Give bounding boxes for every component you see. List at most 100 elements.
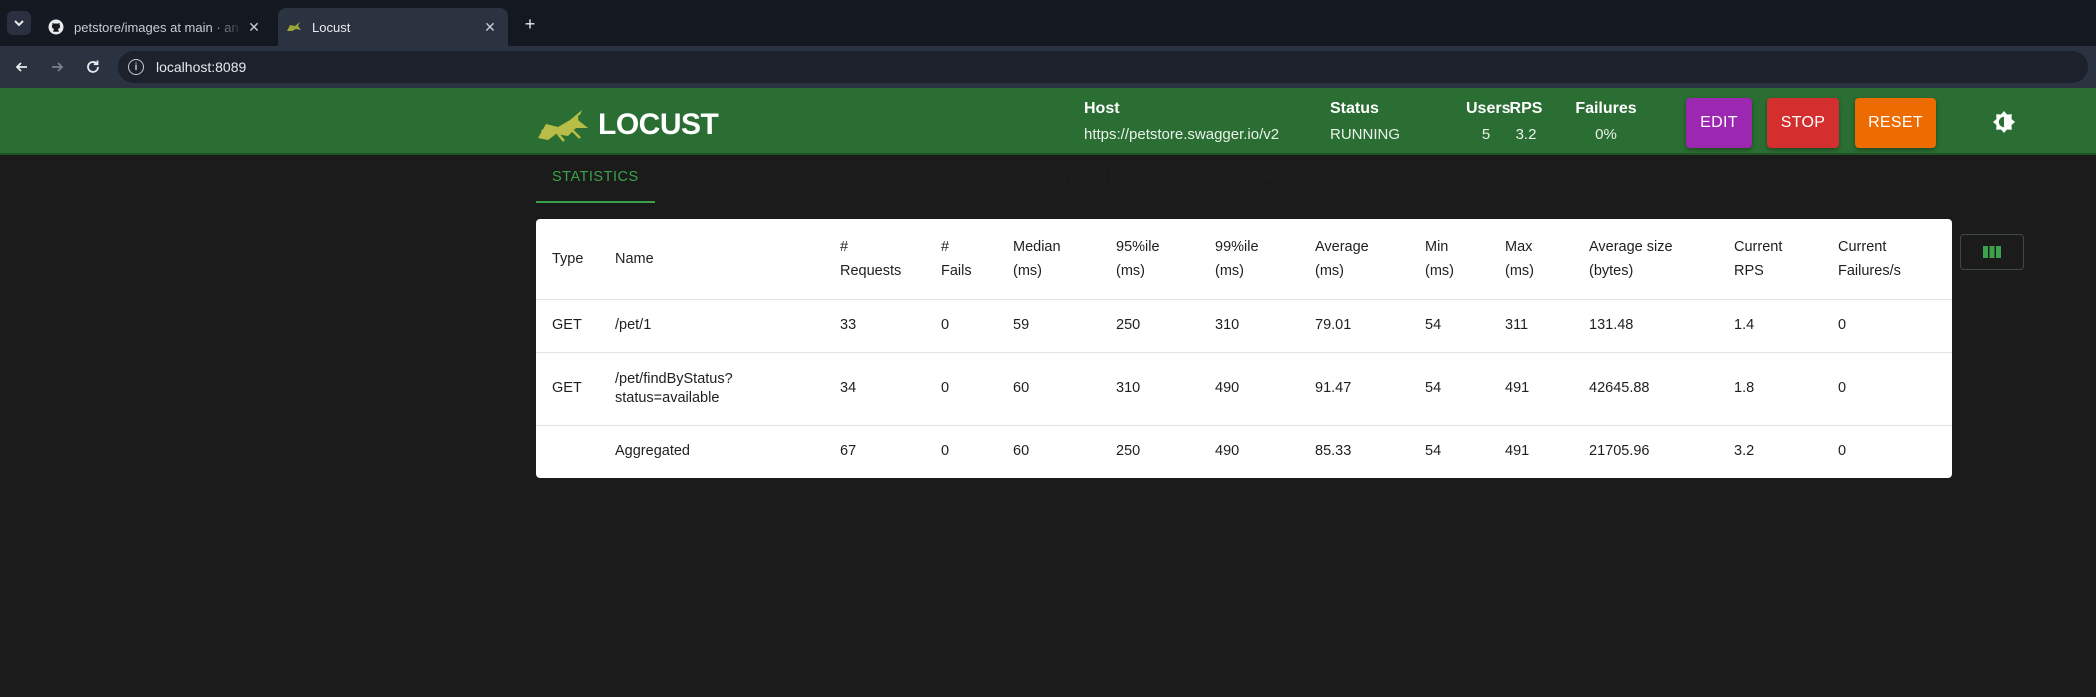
tab-list-button[interactable] — [7, 11, 31, 35]
locust-header: LOCUST Host https://petstore.swagger.io/… — [0, 88, 2096, 155]
cell-requests: 33 — [824, 299, 925, 353]
chevron-down-icon — [14, 20, 24, 27]
cell-99: 490 — [1215, 442, 1240, 459]
host-stat: Host https://petstore.swagger.io/v2 — [1084, 100, 1279, 143]
rps-value: 3.2 — [1515, 126, 1537, 143]
cell-name: /pet/1 — [599, 299, 824, 353]
cell-95: 250 — [1116, 442, 1141, 459]
main-tabs: STATISTICS CHARTS FAILURES EXCEPTIONS CU… — [536, 157, 1532, 203]
edit-button[interactable]: EDIT — [1686, 98, 1752, 148]
table-row-aggregated: Aggregated 67 0 60 250 490 85.33 54 491 … — [536, 425, 1952, 477]
tab-current-ratio[interactable]: CURRENT RATIO — [986, 157, 1142, 203]
col-name[interactable]: Name — [599, 219, 824, 300]
stop-button[interactable]: STOP — [1767, 98, 1839, 148]
arrow-right-icon[interactable] — [46, 56, 68, 78]
locust-icon — [286, 19, 302, 35]
col-fails[interactable]: # Fails — [925, 219, 997, 300]
tab-exceptions[interactable]: EXCEPTIONS — [855, 157, 985, 203]
tab-logs[interactable]: LOGS — [1306, 157, 1380, 203]
cell-avg-size: 42645.88 — [1573, 352, 1718, 426]
cell-type — [536, 425, 599, 477]
cell-current-rps: 3.2 — [1734, 442, 1755, 459]
arrow-left-icon[interactable] — [11, 56, 33, 78]
tab-title: petstore/images at main · an — [74, 19, 239, 35]
cell-99: 490 — [1199, 352, 1299, 426]
url-text: localhost:8089 — [156, 59, 247, 75]
cell-median: 60 — [1013, 442, 1030, 459]
col-type[interactable]: Type — [536, 219, 599, 300]
locust-logo[interactable]: LOCUST — [536, 108, 719, 142]
cell-current-failures: 0 — [1822, 299, 1952, 353]
cell-type: GET — [536, 299, 599, 353]
cell-95: 250 — [1100, 299, 1199, 353]
browser-tab-github[interactable]: petstore/images at main · an ✕ — [40, 8, 272, 46]
users-stat: Users 5 — [1466, 100, 1510, 143]
reload-icon[interactable] — [82, 56, 104, 78]
rps-stat: RPS 3.2 — [1508, 100, 1544, 143]
failures-label: Failures — [1575, 100, 1637, 117]
failures-value: 0% — [1595, 126, 1617, 143]
status-label: Status — [1330, 100, 1379, 117]
cell-median: 60 — [997, 352, 1100, 426]
close-icon[interactable]: ✕ — [480, 17, 500, 37]
status-stat: Status RUNNING — [1330, 100, 1400, 143]
failures-stat: Failures 0% — [1566, 100, 1646, 143]
col-min[interactable]: Min (ms) — [1409, 219, 1489, 300]
cell-median: 59 — [997, 299, 1100, 353]
col-99[interactable]: 99%ile (ms) — [1199, 219, 1299, 300]
cell-max: 311 — [1489, 299, 1573, 353]
status-value: RUNNING — [1330, 126, 1400, 143]
col-requests[interactable]: # Requests — [824, 219, 925, 300]
url-bar[interactable]: i localhost:8089 — [118, 51, 2088, 83]
cell-max: 491 — [1489, 352, 1573, 426]
address-bar-row: i localhost:8089 — [0, 46, 2096, 88]
tab-locust-cloud[interactable]: LOCUST CLOUD — [1381, 157, 1532, 203]
cell-name: Aggregated — [615, 442, 690, 459]
statistics-table: Type Name # Requests # Fails Median (ms) 95… — [536, 219, 1952, 478]
rps-label: RPS — [1509, 100, 1543, 117]
cell-current-failures: 0 — [1838, 442, 1847, 459]
cell-requests: 67 — [840, 442, 857, 459]
close-icon[interactable]: ✕ — [244, 17, 264, 37]
tab-title: Locust — [312, 19, 351, 35]
tab-failures[interactable]: FAILURES — [749, 157, 855, 203]
tab-statistics[interactable]: STATISTICS — [536, 157, 655, 203]
reset-button[interactable]: RESET — [1855, 98, 1936, 148]
col-95[interactable]: 95%ile (ms) — [1100, 219, 1199, 300]
col-current-failures[interactable]: Current Failures/s — [1822, 219, 1952, 300]
cell-type: GET — [536, 352, 599, 426]
col-current-rps[interactable]: Current RPS — [1718, 219, 1822, 300]
cell-min: 54 — [1425, 442, 1442, 459]
cell-99: 310 — [1199, 299, 1299, 353]
tab-charts[interactable]: CHARTS — [655, 157, 749, 203]
users-value: 5 — [1481, 126, 1491, 143]
browser-tab-locust[interactable]: Locust ✕ — [278, 8, 508, 46]
col-max[interactable]: Max (ms) — [1489, 219, 1573, 300]
cell-95: 310 — [1100, 352, 1199, 426]
tab-download-data[interactable]: DOWNLOAD DATA — [1142, 157, 1306, 203]
col-median[interactable]: Median (ms) — [997, 219, 1100, 300]
cell-min: 54 — [1409, 352, 1489, 426]
locust-logo-icon — [538, 110, 588, 142]
info-icon[interactable]: i — [128, 59, 144, 75]
cell-fails: 0 — [925, 352, 997, 426]
table-row: GET /pet/1 33 0 59 250 310 79.01 54 311 … — [536, 299, 1952, 353]
host-label: Host — [1084, 100, 1120, 117]
cell-avg-size: 21705.96 — [1589, 442, 1650, 459]
table-header-row: Type Name # Requests # Fails Median (ms) 95… — [536, 219, 1952, 300]
github-icon — [48, 19, 64, 35]
column-selector-button[interactable] — [1960, 234, 2024, 270]
plus-icon[interactable]: + — [520, 14, 540, 34]
cell-avg-size: 131.48 — [1573, 299, 1718, 353]
cell-name: /pet/findByStatus? status=available — [599, 352, 824, 426]
cell-current-failures: 0 — [1822, 352, 1952, 426]
table-row: GET /pet/findByStatus? status=available 3… — [536, 352, 1952, 426]
view-column-icon — [1983, 246, 2001, 258]
cell-fails: 0 — [925, 299, 997, 353]
brightness-icon[interactable] — [1992, 110, 2016, 134]
col-average[interactable]: Average (ms) — [1299, 219, 1409, 300]
cell-requests: 34 — [824, 352, 925, 426]
cell-current-rps: 1.4 — [1718, 299, 1822, 353]
col-avg-size[interactable]: Average size (bytes) — [1573, 219, 1718, 300]
cell-max: 491 — [1505, 442, 1530, 459]
